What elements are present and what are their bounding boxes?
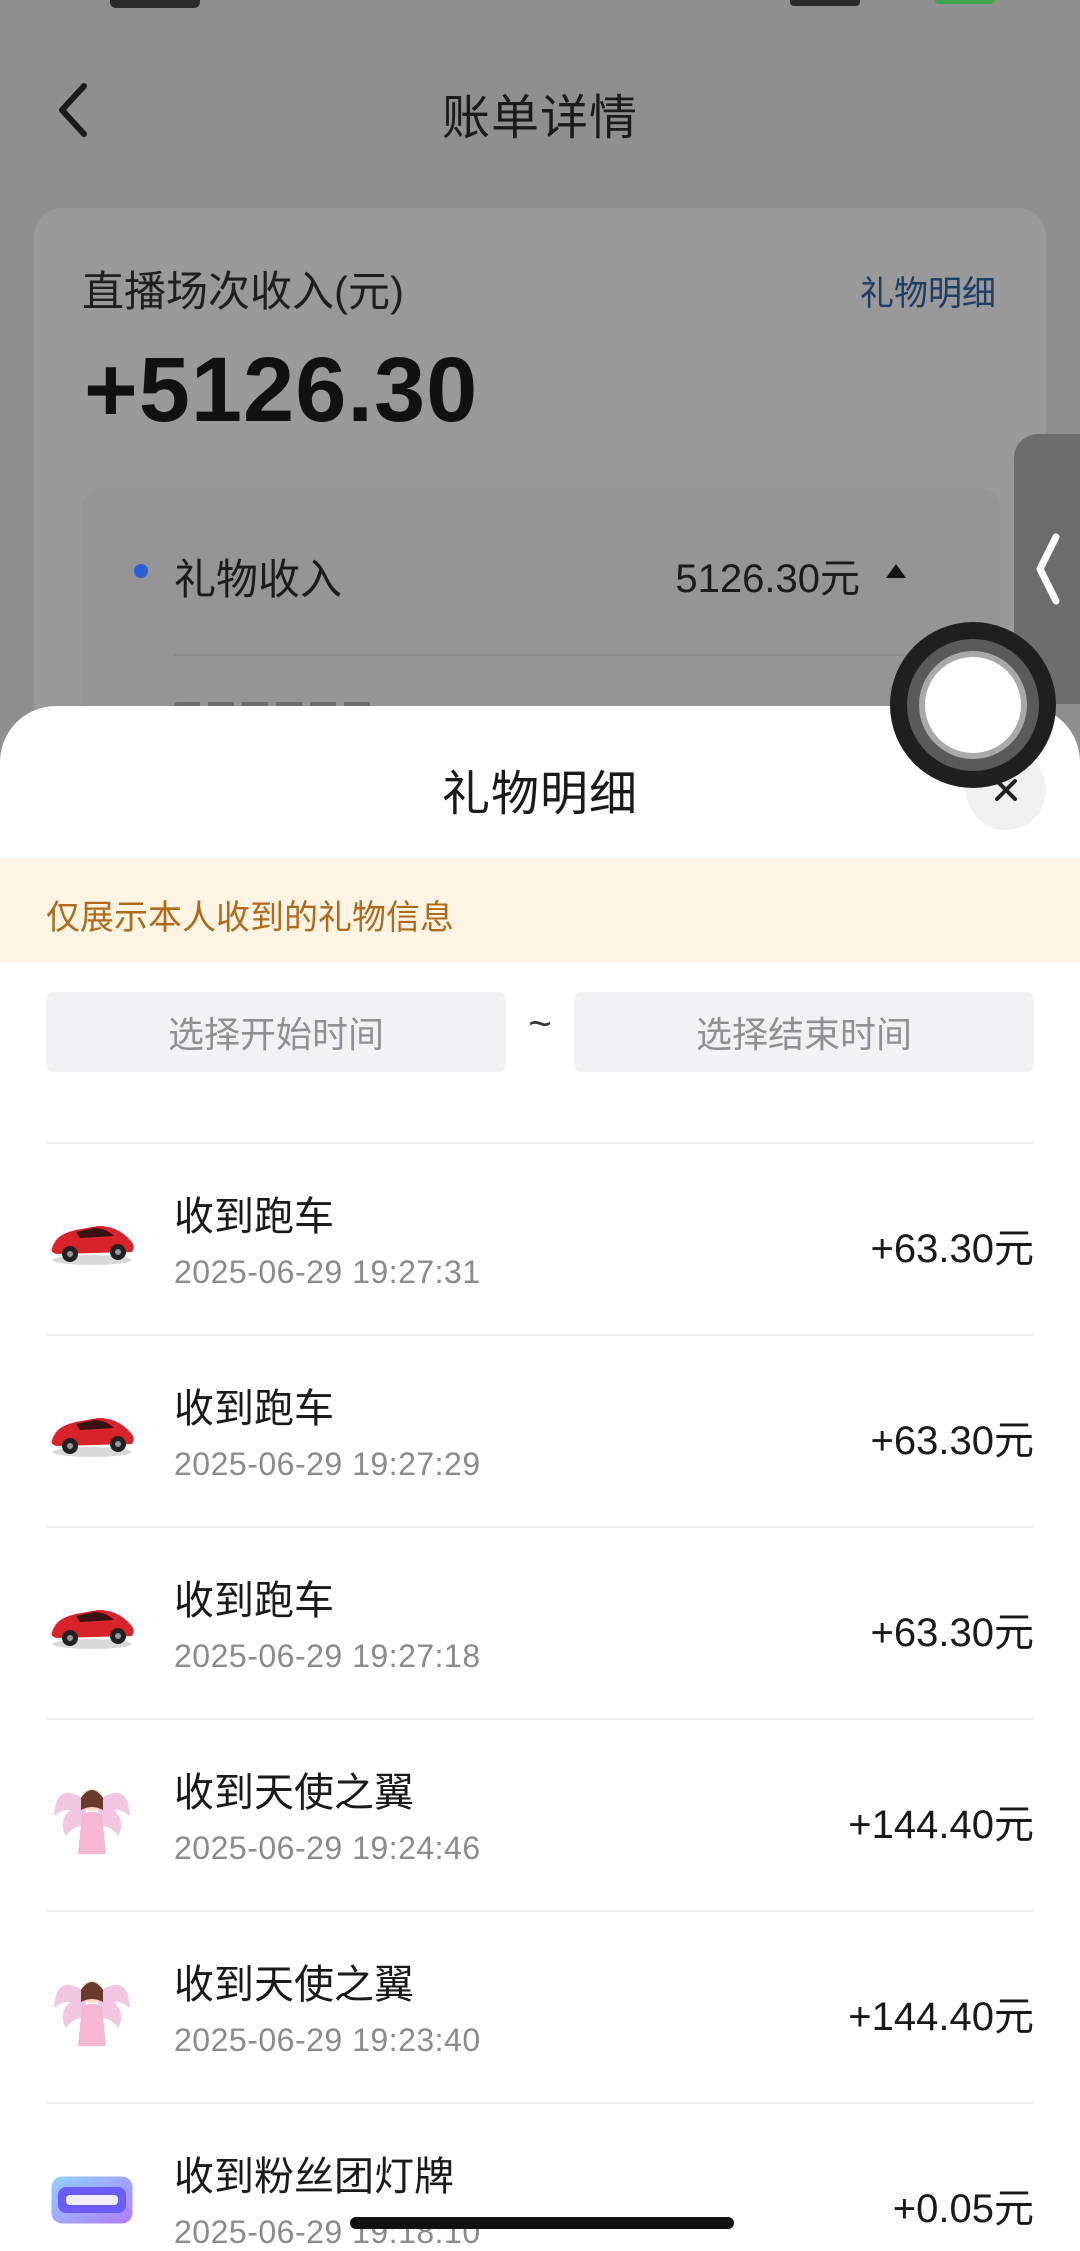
gift-time: 2025-06-29 19:27:29	[174, 1446, 481, 1482]
caret-up-icon[interactable]	[886, 564, 906, 578]
list-item[interactable]: 收到跑车 2025-06-29 19:27:31 +63.30元	[46, 1144, 1034, 1336]
angel-wings-icon	[46, 1770, 138, 1862]
gift-income-value[interactable]: 5126.30元	[675, 546, 860, 604]
gift-time: 2025-06-29 19:24:46	[174, 1830, 481, 1866]
gift-name: 收到跑车	[174, 1195, 334, 1239]
gift-amount: +63.30元	[870, 1419, 1034, 1463]
gift-name: 收到天使之翼	[174, 1771, 414, 1815]
end-time-picker[interactable]: 选择结束时间	[574, 992, 1034, 1072]
gift-time: 2025-06-29 19:23:40	[174, 2022, 481, 2058]
gift-detail-link[interactable]: 礼物明细	[860, 266, 996, 315]
home-indicator[interactable]	[350, 2217, 734, 2229]
status-time	[110, 0, 200, 8]
income-label: 直播场次收入(元)	[82, 268, 404, 315]
list-item[interactable]: 收到天使之翼 2025-06-29 19:23:40 +144.40元	[46, 1912, 1034, 2104]
battery-icon	[935, 0, 995, 4]
gift-name: 收到跑车	[174, 1579, 334, 1623]
notice-text: 仅展示本人收到的礼物信息	[46, 899, 454, 937]
gift-time: 2025-06-29 19:27:18	[174, 1638, 481, 1674]
assistive-touch-ring	[907, 639, 1039, 771]
income-amount: +5126.30	[84, 339, 479, 441]
fan-club-badge-icon	[46, 2154, 138, 2246]
angel-wings-icon	[46, 1962, 138, 2054]
list-item[interactable]: 收到天使之翼 2025-06-29 19:24:46 +144.40元	[46, 1720, 1034, 1912]
notice-bar: 仅展示本人收到的礼物信息	[0, 858, 1080, 962]
sports-car-icon	[46, 1386, 138, 1478]
gift-amount: +144.40元	[848, 1803, 1034, 1847]
sports-car-icon	[46, 1194, 138, 1286]
assistive-touch-core	[919, 651, 1027, 759]
gift-name: 收到粉丝团灯牌	[174, 2155, 454, 2199]
status-bar	[0, 0, 1080, 30]
sports-car-icon	[46, 1578, 138, 1670]
bullet-dot-icon	[134, 564, 148, 578]
start-time-picker[interactable]: 选择开始时间	[46, 992, 506, 1072]
chevron-left-icon	[1036, 533, 1060, 605]
gift-name: 收到天使之翼	[174, 1963, 414, 2007]
gift-income-label: 礼物收入	[174, 556, 343, 603]
divider	[174, 654, 1000, 656]
gift-amount: +63.30元	[870, 1227, 1034, 1271]
range-separator: ~	[528, 1002, 552, 1046]
page-title: 账单详情	[441, 92, 638, 145]
list-item[interactable]: 收到跑车 2025-06-29 19:27:29 +63.30元	[46, 1336, 1034, 1528]
assistive-touch-button[interactable]	[890, 622, 1056, 788]
signal-icon	[790, 0, 860, 6]
gift-time: 2025-06-29 19:27:31	[174, 1254, 481, 1290]
gift-name: 收到跑车	[174, 1387, 334, 1431]
gift-list: 收到跑车 2025-06-29 19:27:31 +63.30元 收到跑车 20…	[46, 1144, 1034, 2251]
gift-amount: +0.05元	[892, 2187, 1034, 2231]
gift-amount: +144.40元	[848, 1995, 1034, 2039]
gift-amount: +63.30元	[870, 1611, 1034, 1655]
list-item[interactable]: 收到跑车 2025-06-29 19:27:18 +63.30元	[46, 1528, 1034, 1720]
gift-detail-sheet: 礼物明细 仅展示本人收到的礼物信息 选择开始时间 ~ 选择结束时间 收到跑车 2…	[0, 706, 1080, 2251]
